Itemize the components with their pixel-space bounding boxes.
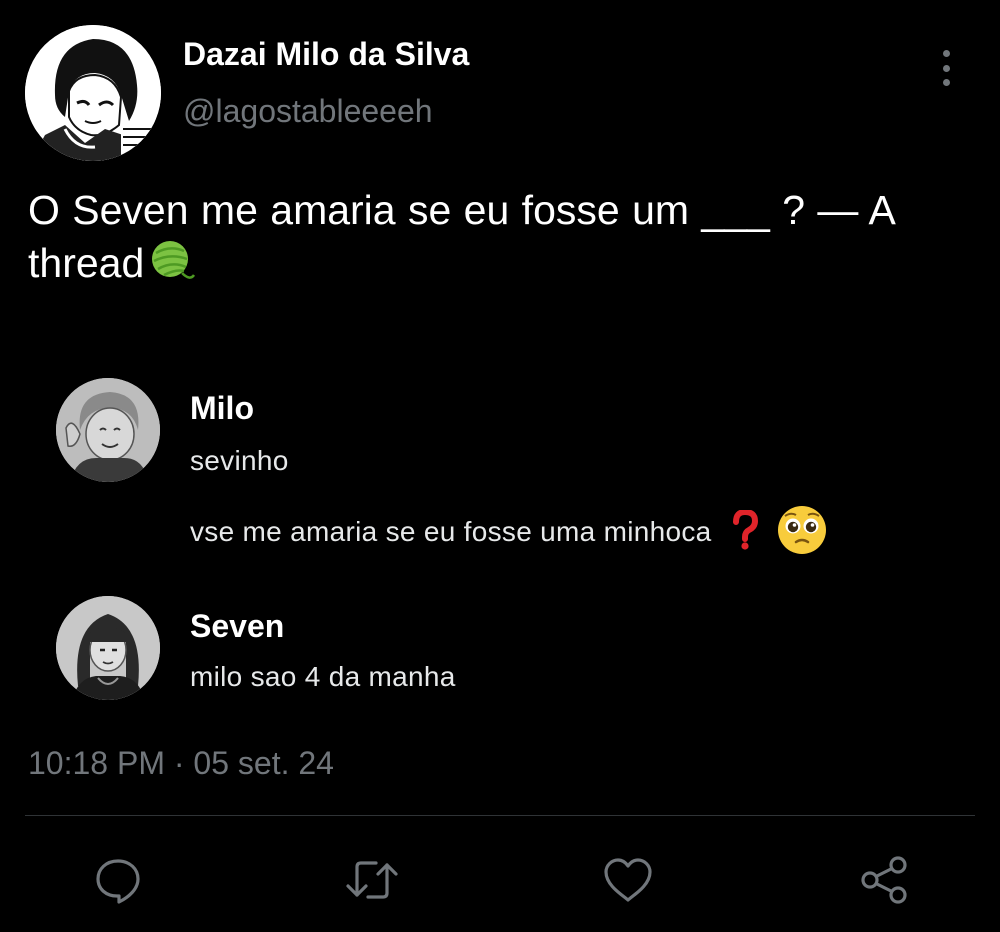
more-dot-icon bbox=[942, 79, 950, 86]
retweet-icon bbox=[346, 861, 398, 899]
boy-portrait-icon bbox=[56, 378, 160, 482]
milo-avatar bbox=[56, 378, 160, 482]
more-dot-icon bbox=[942, 50, 950, 57]
red-question-mark-emoji-icon bbox=[730, 508, 760, 557]
author-handle[interactable]: @lagostableeeeh bbox=[183, 93, 433, 130]
reply-icon bbox=[96, 859, 140, 904]
author-display-name[interactable]: Dazai Milo da Silva bbox=[183, 36, 469, 73]
chat-sender-name: Milo bbox=[190, 390, 254, 426]
reply-button[interactable] bbox=[90, 852, 146, 908]
chat-message-row: vse me amaria se eu fosse uma minhoca bbox=[190, 504, 828, 563]
more-dot-icon bbox=[942, 64, 950, 72]
tweet-text: O Seven me amaria se eu fosse um ___ ? —… bbox=[28, 184, 978, 296]
share-icon bbox=[861, 856, 907, 904]
yarn-ball-emoji-icon bbox=[150, 239, 196, 296]
more-options-button[interactable] bbox=[926, 46, 966, 90]
anime-character-avatar-icon bbox=[25, 25, 161, 161]
like-icon bbox=[604, 858, 652, 902]
like-button[interactable] bbox=[600, 852, 656, 908]
tweet-timestamp[interactable]: 10:18 PM · 05 set. 24 bbox=[28, 745, 334, 782]
chat-message: milo sao 4 da manha bbox=[190, 661, 456, 692]
share-button[interactable] bbox=[856, 852, 912, 908]
retweet-button[interactable] bbox=[344, 852, 400, 908]
chat-sender-name: Seven bbox=[190, 608, 285, 644]
chat-message: sevinho bbox=[190, 445, 289, 476]
author-avatar[interactable] bbox=[25, 25, 161, 161]
pleading-face-emoji-icon bbox=[776, 504, 828, 563]
divider bbox=[25, 815, 975, 816]
chat-message: vse me amaria se eu fosse uma minhoca bbox=[190, 515, 712, 547]
seven-avatar bbox=[56, 596, 160, 700]
girl-portrait-icon bbox=[56, 596, 160, 700]
